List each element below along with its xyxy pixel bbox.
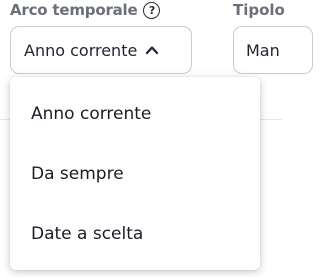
time-range-select[interactable]: Anno corrente: [10, 26, 192, 74]
time-range-label: Arco temporale: [10, 1, 138, 19]
help-circle-icon[interactable]: ?: [143, 1, 161, 19]
option-da-sempre[interactable]: Da sempre: [31, 164, 124, 184]
option-date-a-scelta[interactable]: Date a scelta: [31, 224, 143, 244]
option-anno-corrente[interactable]: Anno corrente: [31, 104, 151, 124]
chevron-up-icon: [145, 43, 159, 57]
time-range-dropdown-menu: Anno corrente Da sempre Date a scelta: [10, 77, 260, 270]
type-select[interactable]: Man: [233, 26, 313, 74]
time-range-label-row: Arco temporale ?: [10, 0, 161, 20]
type-label: Tipolo: [233, 1, 285, 19]
partially-hidden-content: [8, 269, 128, 277]
time-range-selected-value: Anno corrente: [24, 40, 138, 60]
type-selected-value: Man: [246, 40, 280, 60]
